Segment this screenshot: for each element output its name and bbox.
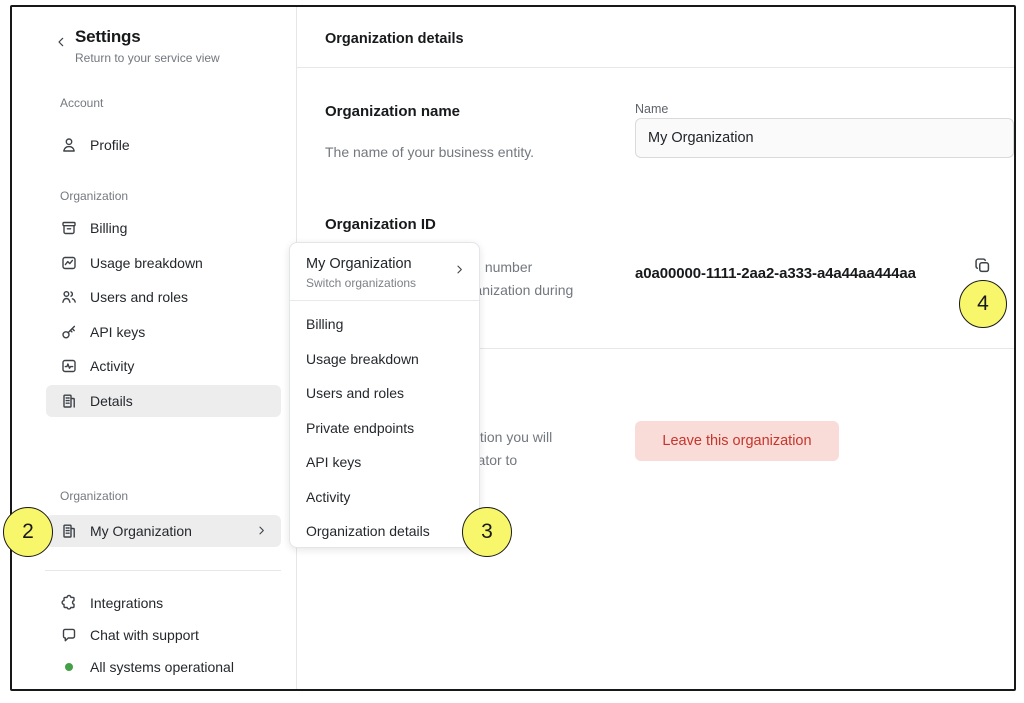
sidebar-item-label: API keys [90,324,145,340]
sidebar-item-system-status[interactable]: All systems operational [46,651,281,683]
sidebar-item-label: Integrations [90,595,163,611]
sidebar-item-label: Activity [90,358,134,374]
chevron-right-icon [256,523,267,539]
sidebar-item-my-organization[interactable]: My Organization [46,515,281,547]
user-icon [60,136,78,154]
dropdown-item-api-keys[interactable]: API keys [290,445,479,480]
name-field-label: Name [635,102,668,116]
sidebar-subtitle: Return to your service view [75,51,220,65]
page-title: Organization details [325,31,464,47]
dropdown-item-list: Billing Usage breakdown Users and roles … [290,301,479,549]
sidebar-item-api-keys[interactable]: API keys [46,316,281,348]
activity-icon [60,357,78,375]
sidebar-item-usage-breakdown[interactable]: Usage breakdown [46,247,281,279]
dropdown-item-organization-details[interactable]: Organization details [290,514,479,549]
app-window: Settings Return to your service view Acc… [10,5,1016,691]
sidebar-item-details[interactable]: Details [46,385,281,417]
sidebar-item-label: Profile [90,137,130,153]
annotation-badge-4: 4 [959,280,1007,328]
section-label-organization-switcher: Organization [60,489,128,503]
dropdown-item-private-endpoints[interactable]: Private endpoints [290,411,479,446]
header-divider [297,67,1014,68]
sidebar-item-chat-support[interactable]: Chat with support [46,619,281,651]
dropdown-org-switcher[interactable]: My Organization Switch organizations [290,243,479,300]
sidebar-item-users-and-roles[interactable]: Users and roles [46,281,281,313]
sidebar-item-integrations[interactable]: Integrations [46,587,281,619]
leave-organization-button[interactable]: Leave this organization [635,421,839,461]
section-label-organization: Organization [60,189,128,203]
dropdown-org-name: My Organization [306,256,465,272]
sidebar-item-label: Details [90,393,133,409]
dropdown-item-billing[interactable]: Billing [290,307,479,342]
billing-icon [60,219,78,237]
chevron-right-icon [454,262,465,280]
chevron-left-icon [55,27,69,65]
dropdown-item-users-and-roles[interactable]: Users and roles [290,376,479,411]
settings-sidebar: Settings Return to your service view Acc… [12,7,297,689]
organization-name-input[interactable] [635,118,1014,158]
organization-icon [60,392,78,410]
screenshot-page: Settings Return to your service view Acc… [0,0,1024,703]
sidebar-item-profile[interactable]: Profile [46,129,281,161]
org-name-description: The name of your business entity. [325,144,534,160]
chat-bubble-icon [60,626,78,644]
usage-chart-icon [60,254,78,272]
users-icon [60,288,78,306]
section-label-account: Account [60,96,103,110]
sidebar-divider [45,570,281,571]
sidebar-item-activity[interactable]: Activity [46,350,281,382]
annotation-badge-3: 3 [462,507,512,557]
sidebar-item-label: Users and roles [90,289,188,305]
key-icon [60,323,78,341]
puzzle-icon [60,594,78,612]
annotation-badge-2: 2 [3,507,53,557]
dropdown-item-activity[interactable]: Activity [290,480,479,515]
organization-icon [60,522,78,540]
sidebar-item-billing[interactable]: Billing [46,212,281,244]
org-id-heading: Organization ID [325,216,436,233]
organization-dropdown-menu: My Organization Switch organizations Bil… [289,242,480,548]
sidebar-item-label: Chat with support [90,627,199,643]
status-label: All systems operational [90,659,234,675]
dropdown-item-usage-breakdown[interactable]: Usage breakdown [290,342,479,377]
organization-id-value: a0a00000-1111-2aa2-a333-a4a44aa444aa [635,265,916,282]
sidebar-item-label: Billing [90,220,127,236]
back-to-service-button[interactable]: Settings Return to your service view [55,27,220,65]
status-dot-icon [60,658,78,676]
dropdown-org-subtitle: Switch organizations [306,276,465,290]
sidebar-item-label: Usage breakdown [90,255,203,271]
org-name-heading: Organization name [325,103,460,120]
copy-icon[interactable] [970,253,994,277]
sidebar-title: Settings [75,27,220,47]
sidebar-item-label: My Organization [90,523,192,539]
